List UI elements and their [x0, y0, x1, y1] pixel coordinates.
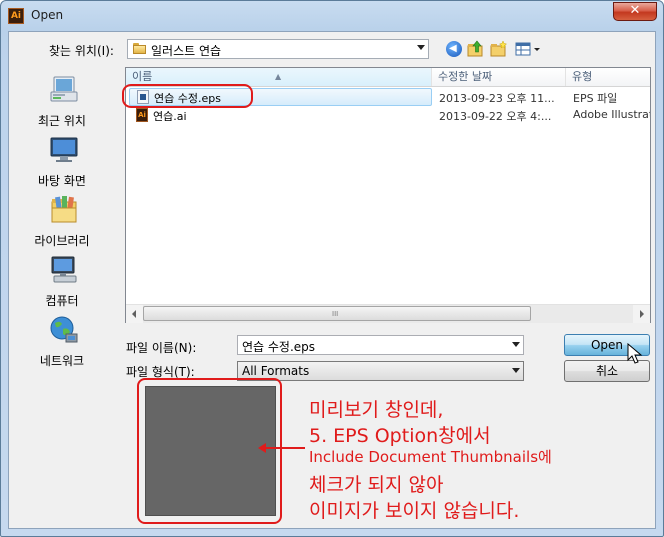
annotation-text-line: 5. EPS Option창에서 — [309, 425, 491, 447]
up-folder-icon[interactable] — [467, 40, 485, 58]
annotation-text-line: Include Document Thumbnails에 — [309, 448, 552, 466]
window-title: Open — [31, 8, 64, 22]
look-in-combo[interactable]: 일러스트 연습 — [127, 39, 429, 59]
file-type: EPS 파일 — [573, 92, 618, 105]
scroll-thumb[interactable]: III — [143, 306, 531, 321]
annotation-text-line: 체크가 되지 않아 — [309, 474, 444, 496]
look-in-label: 찾는 위치(I): — [49, 44, 114, 58]
column-header-date[interactable]: 수정한 날짜 — [432, 68, 566, 86]
recent-places-icon — [50, 76, 78, 102]
annotation-text-line: 이미지가 보이지 않습니다. — [309, 500, 520, 522]
file-type-select[interactable]: All Formats — [237, 361, 524, 381]
column-header-name-label: 이름 — [132, 70, 153, 83]
chevron-down-icon[interactable] — [512, 368, 520, 373]
scroll-right-arrow[interactable] — [633, 305, 650, 323]
thumbnail-preview — [145, 386, 276, 516]
file-name-input[interactable]: 연습 수정.eps — [237, 335, 524, 355]
column-header-type[interactable]: 유형 — [566, 68, 656, 86]
back-icon[interactable]: ◀ — [445, 40, 463, 58]
network-icon — [50, 316, 78, 343]
file-type-value: All Formats — [242, 364, 310, 378]
place-label-desktop: 바탕 화면 — [38, 174, 86, 188]
place-label-network: 네트워크 — [39, 354, 85, 368]
place-desktop[interactable]: 바탕 화면 — [15, 134, 109, 192]
highlight-annotation-oval — [122, 84, 253, 108]
chevron-down-icon[interactable] — [417, 45, 425, 50]
scroll-grip: III — [332, 310, 339, 318]
file-date: 2013-09-23 오후 11... — [439, 92, 555, 105]
close-button[interactable]: ✕ — [613, 2, 657, 21]
title-bar[interactable]: Ai Open ✕ — [1, 1, 663, 31]
open-dialog-window: Ai Open ✕ 찾는 위치(I): 일러스트 연습 ◀ 최근 위치 바탕 화… — [0, 0, 664, 537]
file-row[interactable]: Ai 연습.ai 2013-09-22 오후 4:... Adobe Illus… — [126, 106, 650, 124]
place-recent[interactable]: 최근 위치 — [15, 74, 109, 132]
mouse-cursor-icon — [627, 343, 643, 364]
dialog-client-area: 찾는 위치(I): 일러스트 연습 ◀ 최근 위치 바탕 화면 라이브러리 컴퓨… — [8, 31, 656, 529]
place-label-libraries: 라이브러리 — [34, 234, 90, 248]
annotation-text-line: 미리보기 창인데, — [309, 399, 444, 421]
place-libraries[interactable]: 라이브러리 — [15, 194, 109, 252]
sort-ascending-icon: ▲ — [275, 72, 282, 81]
file-name: 연습.ai — [153, 110, 187, 123]
file-name-label: 파일 이름(N): — [126, 341, 197, 355]
horizontal-scrollbar[interactable]: III — [126, 304, 650, 323]
annotation-arrow-line — [265, 447, 305, 449]
place-network[interactable]: 네트워크 — [15, 314, 109, 372]
computer-icon — [51, 256, 77, 283]
look-in-value: 일러스트 연습 — [151, 44, 222, 58]
libraries-icon — [51, 196, 77, 223]
annotation-arrow-icon — [258, 443, 266, 453]
ai-file-icon: Ai — [136, 108, 148, 122]
file-date: 2013-09-22 오후 4:... — [439, 110, 552, 123]
desktop-icon — [50, 137, 78, 162]
places-bar: 최근 위치 바탕 화면 라이브러리 컴퓨터 네트워크 — [15, 68, 109, 528]
folder-icon — [133, 43, 146, 54]
file-type: Adobe Illustrat — [573, 108, 650, 121]
new-folder-icon[interactable] — [490, 40, 508, 58]
place-label-recent: 최근 위치 — [38, 114, 86, 128]
place-computer[interactable]: 컴퓨터 — [15, 254, 109, 312]
scroll-left-arrow[interactable] — [126, 305, 143, 323]
place-label-computer: 컴퓨터 — [45, 294, 79, 308]
views-menu-icon[interactable] — [515, 40, 543, 58]
illustrator-app-icon: Ai — [8, 8, 24, 24]
chevron-down-icon[interactable] — [512, 342, 520, 347]
file-name-value: 연습 수정.eps — [242, 340, 316, 354]
